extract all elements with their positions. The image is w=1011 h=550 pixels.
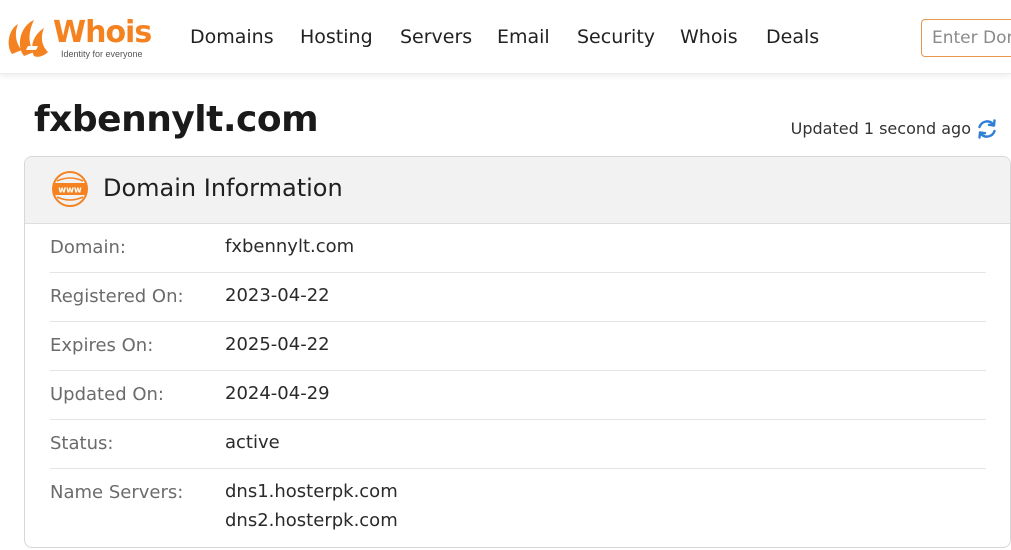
info-row-name-servers: Name Servers: dns1.hosterpk.com dns2.hos… — [50, 469, 986, 547]
www-icon: www — [52, 171, 88, 207]
info-row-status: Status: active — [50, 420, 986, 469]
nav-item-whois[interactable]: Whois — [680, 26, 738, 48]
row-value-line: active — [225, 432, 280, 453]
nav-item-domains[interactable]: Domains — [190, 26, 274, 48]
svg-text:www: www — [58, 186, 82, 196]
info-row-expires: Expires On: 2025-04-22 — [50, 322, 986, 371]
nav-item-deals[interactable]: Deals — [766, 26, 819, 48]
row-label: Status: — [50, 433, 114, 454]
row-value-line: dns1.hosterpk.com — [225, 481, 398, 502]
row-label: Updated On: — [50, 384, 164, 405]
row-value-line: dns2.hosterpk.com — [225, 510, 398, 531]
row-value: active — [225, 428, 280, 457]
card-header: www Domain Information — [25, 157, 1010, 224]
domain-search-input[interactable] — [921, 19, 1011, 57]
row-value-line: fxbennylt.com — [225, 236, 355, 257]
row-value: 2023-04-22 — [225, 281, 330, 310]
site-logo[interactable]: Whois Identity for everyone — [4, 14, 164, 62]
updated-status: Updated 1 second ago — [790, 119, 971, 138]
row-value: 2024-04-29 — [225, 379, 330, 408]
row-value: 2025-04-22 — [225, 330, 330, 359]
row-value: dns1.hosterpk.com dns2.hosterpk.com — [225, 477, 398, 535]
info-row-registered: Registered On: 2023-04-22 — [50, 273, 986, 322]
row-value: fxbennylt.com — [225, 232, 354, 261]
row-value-line: 2023-04-22 — [225, 285, 330, 306]
info-row-domain: Domain: fxbennylt.com — [50, 224, 986, 273]
refresh-icon[interactable] — [976, 118, 998, 140]
nav-item-servers[interactable]: Servers — [400, 26, 472, 48]
card-title: Domain Information — [103, 174, 343, 202]
row-label: Domain: — [50, 237, 126, 258]
site-header: Whois Identity for everyone Domains Host… — [0, 0, 1011, 74]
row-value-line: 2024-04-29 — [225, 383, 330, 404]
page-title: fxbennylt.com — [34, 99, 319, 140]
row-label: Registered On: — [50, 286, 184, 307]
logo-name: Whois — [53, 15, 152, 50]
nav-item-hosting[interactable]: Hosting — [300, 26, 373, 48]
nav-item-email[interactable]: Email — [497, 26, 550, 48]
nav-item-security[interactable]: Security — [577, 26, 655, 48]
domain-info-card: www Domain Information Domain: fxbennylt… — [24, 156, 1011, 548]
logo-tagline: Identity for everyone — [61, 49, 143, 59]
domain-info-rows: Domain: fxbennylt.com Registered On: 202… — [50, 224, 986, 547]
logo-mark-icon — [8, 20, 48, 57]
row-label: Name Servers: — [50, 482, 184, 503]
info-row-updated: Updated On: 2024-04-29 — [50, 371, 986, 420]
row-value-line: 2025-04-22 — [225, 334, 330, 355]
row-label: Expires On: — [50, 335, 154, 356]
